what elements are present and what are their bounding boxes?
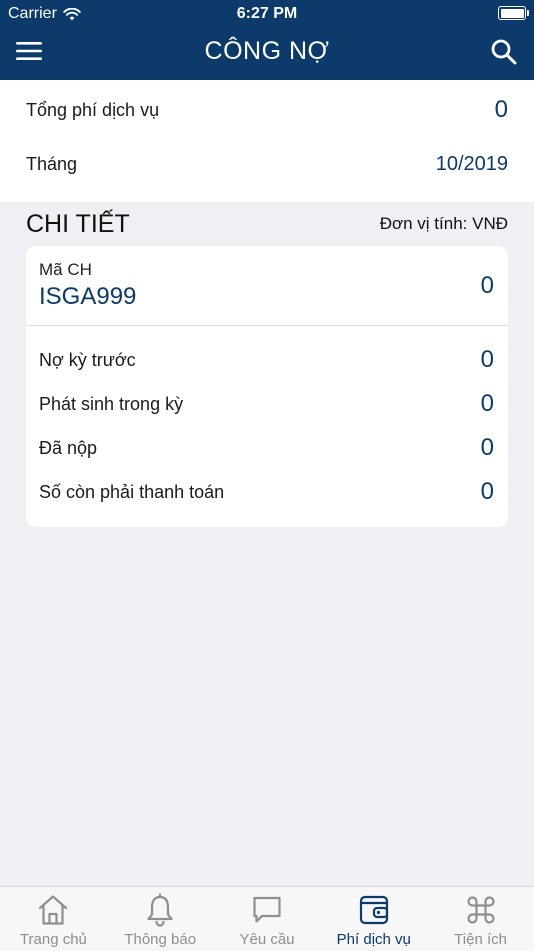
total-fee-row: Tổng phí dịch vụ 0 <box>26 96 508 124</box>
tab-label: Trang chủ <box>19 931 87 948</box>
search-icon[interactable] <box>490 38 518 66</box>
tab-utilities[interactable]: Tiện ích <box>427 887 534 951</box>
detail-row-remaining: Số còn phải thanh toán 0 <box>39 477 494 507</box>
detail-row-label: Nợ kỳ trước <box>39 349 136 370</box>
status-time: 6:27 PM <box>236 5 298 22</box>
tab-bar: Trang chủ Thông báo Yêu cầu Phí dịch vụ … <box>0 886 534 951</box>
detail-row-previous-debt: Nợ kỳ trước 0 <box>39 345 494 375</box>
page-title: CÔNG NỢ <box>204 37 330 65</box>
tab-notifications[interactable]: Thông báo <box>107 887 214 951</box>
detail-row-value: 0 <box>480 434 494 461</box>
detail-row-paid: Đã nộp 0 <box>39 433 494 463</box>
detail-row-incurred: Phát sinh trong kỳ 0 <box>39 389 494 419</box>
detail-header: CHI TIẾT Đơn vị tính: VNĐ <box>26 208 508 240</box>
detail-row-label: Phát sinh trong kỳ <box>39 393 184 414</box>
nav-bar: CÔNG NỢ <box>0 28 534 80</box>
summary-panel: Tổng phí dịch vụ 0 Tháng 10/2019 <box>0 80 534 202</box>
currency-unit: Đơn vị tính: VNĐ <box>379 214 508 233</box>
tab-requests[interactable]: Yêu cầu <box>214 887 321 951</box>
detail-row-label: Đã nộp <box>39 437 98 458</box>
chat-bubble-icon <box>253 896 281 923</box>
month-row[interactable]: Tháng 10/2019 <box>26 150 508 178</box>
month-value[interactable]: 10/2019 <box>436 153 508 176</box>
detail-heading: CHI TIẾT <box>26 209 130 238</box>
status-bar: Carrier 6:27 PM <box>0 0 534 28</box>
battery-icon <box>498 6 529 20</box>
detail-row-value: 0 <box>480 346 494 373</box>
unit-code-label: Mã CH <box>39 260 92 279</box>
tab-label: Thông báo <box>124 931 197 948</box>
command-icon <box>466 896 495 924</box>
detail-row-value: 0 <box>480 390 494 417</box>
unit-code-amount: 0 <box>480 272 494 299</box>
detail-row-value: 0 <box>480 478 494 505</box>
tab-label: Tiện ích <box>454 931 507 948</box>
home-icon <box>39 895 68 925</box>
tab-label: Phí dịch vụ <box>336 931 411 948</box>
unit-code-section[interactable]: Mã CH ISGA999 0 <box>26 246 508 326</box>
tab-label: Yêu cầu <box>239 931 295 948</box>
unit-code-value: ISGA999 <box>39 283 137 310</box>
total-fee-value: 0 <box>494 96 508 123</box>
month-label: Tháng <box>26 153 78 174</box>
wallet-icon <box>359 895 388 925</box>
total-fee-label: Tổng phí dịch vụ <box>26 99 160 120</box>
detail-card: Mã CH ISGA999 0 Nợ kỳ trước 0 Phát sinh … <box>26 246 508 527</box>
app-header: Carrier 6:27 PM CÔNG NỢ <box>0 0 534 80</box>
tab-home[interactable]: Trang chủ <box>0 887 107 951</box>
detail-row-label: Số còn phải thanh toán <box>39 481 225 502</box>
tab-service-fees[interactable]: Phí dịch vụ <box>320 887 427 951</box>
bell-icon <box>147 893 173 927</box>
